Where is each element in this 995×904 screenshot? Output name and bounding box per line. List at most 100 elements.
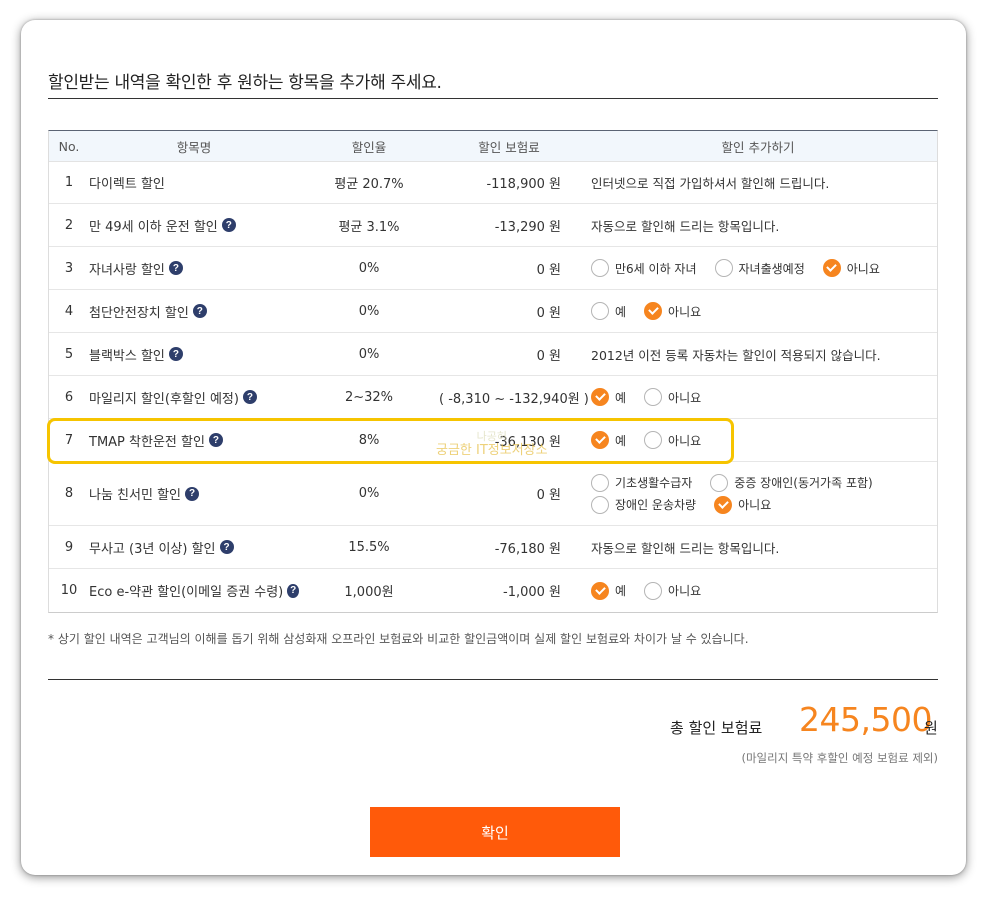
- radio-option[interactable]: 만6세 이하 자녀: [591, 259, 697, 277]
- radio-option[interactable]: 장애인 운송차량: [591, 495, 697, 514]
- row-premium: -36,130 원: [494, 434, 561, 450]
- row-name: TMAP 착한운전 할인?: [89, 431, 299, 450]
- row-add-cell: 예 아니요: [561, 431, 937, 449]
- row-rate: 평균 20.7%: [334, 177, 404, 192]
- row-name: 무사고 (3년 이상) 할인?: [89, 538, 299, 557]
- table-row: 10 Eco e-약관 할인(이메일 증권 수령)? 1,000원 -1,000 원 예…: [49, 569, 937, 612]
- radio-option[interactable]: 아니요: [644, 431, 701, 449]
- radio-checked-icon[interactable]: [591, 581, 609, 600]
- radio-option[interactable]: 아니요: [644, 388, 701, 406]
- help-icon[interactable]: ?: [192, 304, 207, 318]
- radio-unchecked-icon[interactable]: [591, 473, 609, 492]
- col-name: 항목명: [176, 139, 212, 155]
- radio-label: 예: [615, 584, 627, 598]
- radio-unchecked-icon[interactable]: [714, 259, 733, 277]
- table-header: No. 항목명 할인율 할인 보험료 할인 추가하기: [49, 131, 937, 162]
- radio-group: 예 아니요: [591, 302, 937, 320]
- title-divider: [48, 98, 938, 99]
- radio-option[interactable]: 기초생활수급자: [591, 473, 692, 492]
- total-note: (마일리지 특약 후할인 예정 보험료 제외): [741, 751, 938, 765]
- row-add-cell: 만6세 이하 자녀 자녀출생예정 아니요: [561, 259, 937, 277]
- row-name-label: 첨단안전장치 할인: [89, 305, 189, 321]
- radio-option[interactable]: 예: [591, 302, 626, 320]
- radio-label: 아니요: [668, 304, 702, 319]
- row-premium: 0 원: [536, 262, 561, 278]
- radio-unchecked-icon[interactable]: [710, 473, 729, 492]
- table-row: 2 만 49세 이하 운전 할인? 평균 3.1% -13,290 원 자동으로 할인해…: [49, 204, 937, 247]
- radio-checked-icon[interactable]: [591, 388, 609, 406]
- col-add: 할인 추가하기: [721, 139, 795, 155]
- radio-group: 만6세 이하 자녀 자녀출생예정 아니요: [591, 259, 937, 277]
- table-row: 8 나눔 친서민 할인? 0% 0 원 기초생활수급자 중증 장애인(동거가족 포함) 장애…: [49, 462, 937, 526]
- row-no: 3: [64, 260, 74, 276]
- radio-option[interactable]: 예: [591, 388, 626, 406]
- row-name: 만 49세 이하 운전 할인?: [89, 216, 299, 235]
- row-no: 5: [64, 346, 74, 362]
- row-premium: 0 원: [536, 348, 561, 364]
- table-row: 6 마일리지 할인(후할인 예정)? 2~32% ( -8,310 ~ -132,94…: [49, 376, 937, 419]
- radio-checked-icon[interactable]: [714, 495, 733, 514]
- row-info-text: 자동으로 할인해 드리는 항목입니다.: [591, 218, 780, 234]
- radio-option[interactable]: 아니요: [644, 302, 701, 320]
- table-body: 1 다이렉트 할인 평균 20.7% -118,900 원 인터넷으로 직접 가입하셔서…: [49, 162, 937, 612]
- table-row: 9 무사고 (3년 이상) 할인? 15.5% -76,180 원 자동으로 할인해 드…: [49, 526, 937, 569]
- radio-option[interactable]: 예: [591, 581, 627, 600]
- radio-checked-icon[interactable]: [822, 259, 841, 277]
- row-no: 6: [64, 389, 74, 405]
- help-icon[interactable]: ?: [287, 583, 299, 598]
- radio-option[interactable]: 자녀출생예정: [714, 259, 805, 277]
- row-add-cell: 기초생활수급자 중증 장애인(동거가족 포함) 장애인 운송차량 아니요: [561, 473, 937, 514]
- row-premium: -13,290 원: [494, 219, 561, 235]
- radio-label: 아니요: [846, 261, 880, 276]
- footnote: * 상기 할인 내역은 고객님의 이해를 돕기 위해 삼성화재 오프라인 보험료…: [48, 632, 749, 646]
- row-rate: 15.5%: [348, 539, 390, 555]
- total-unit: 원: [924, 719, 938, 737]
- row-name-label: 마일리지 할인(후할인 예정): [89, 391, 239, 407]
- radio-option[interactable]: 예: [591, 431, 626, 449]
- radio-option[interactable]: 아니요: [714, 495, 771, 514]
- row-add-cell: 인터넷으로 직접 가입하셔서 할인해 드립니다.: [561, 173, 937, 192]
- discount-modal: 할인받는 내역을 확인한 후 원하는 항목을 추가해 주세요. No. 항목명 …: [21, 20, 966, 875]
- radio-label: 아니요: [668, 584, 702, 598]
- radio-label: 예: [615, 390, 627, 405]
- radio-label: 예: [615, 304, 627, 319]
- row-premium: -76,180 원: [494, 541, 561, 557]
- help-icon[interactable]: ?: [219, 540, 234, 554]
- radio-label: 아니요: [668, 390, 702, 405]
- row-info-text: 자동으로 할인해 드리는 항목입니다.: [591, 540, 780, 556]
- row-add-cell: 자동으로 할인해 드리는 항목입니다.: [561, 538, 937, 557]
- radio-label: 장애인 운송차량: [615, 498, 697, 512]
- row-name: 블랙박스 할인?: [89, 345, 299, 364]
- help-icon[interactable]: ?: [168, 261, 183, 275]
- col-no: No.: [58, 138, 80, 154]
- radio-unchecked-icon[interactable]: [644, 388, 663, 406]
- row-name-label: 무사고 (3년 이상) 할인: [89, 541, 216, 557]
- row-name: 나눔 친서민 할인?: [89, 484, 299, 503]
- row-premium: 0 원: [536, 305, 561, 321]
- radio-unchecked-icon[interactable]: [644, 431, 663, 449]
- radio-unchecked-icon[interactable]: [644, 581, 663, 600]
- radio-unchecked-icon[interactable]: [591, 259, 609, 277]
- confirm-button[interactable]: 확인: [370, 807, 620, 857]
- radio-checked-icon[interactable]: [591, 431, 609, 449]
- radio-unchecked-icon[interactable]: [591, 495, 609, 514]
- help-icon[interactable]: ?: [221, 218, 236, 232]
- row-rate: 0%: [358, 346, 380, 362]
- row-rate: 0%: [358, 260, 380, 276]
- radio-checked-icon[interactable]: [644, 302, 663, 320]
- radio-option[interactable]: 아니요: [644, 581, 702, 600]
- table-row: 4 첨단안전장치 할인? 0% 0 원 예 아니요: [49, 290, 937, 333]
- help-icon[interactable]: ?: [168, 347, 183, 361]
- row-no: 10: [60, 583, 78, 598]
- help-icon[interactable]: ?: [185, 486, 199, 501]
- help-icon[interactable]: ?: [208, 433, 223, 447]
- help-icon[interactable]: ?: [242, 390, 257, 404]
- row-add-cell: 자동으로 할인해 드리는 항목입니다.: [561, 216, 937, 235]
- row-premium: ( -8,310 ~ -132,940원 ): [439, 391, 589, 407]
- page-title: 할인받는 내역을 확인한 후 원하는 항목을 추가해 주세요.: [48, 73, 442, 93]
- radio-unchecked-icon[interactable]: [591, 302, 609, 320]
- total-label: 총 할인 보험료: [670, 719, 763, 737]
- radio-option[interactable]: 아니요: [822, 259, 880, 277]
- radio-label: 중증 장애인(동거가족 포함): [734, 476, 873, 490]
- radio-option[interactable]: 중증 장애인(동거가족 포함): [710, 473, 873, 492]
